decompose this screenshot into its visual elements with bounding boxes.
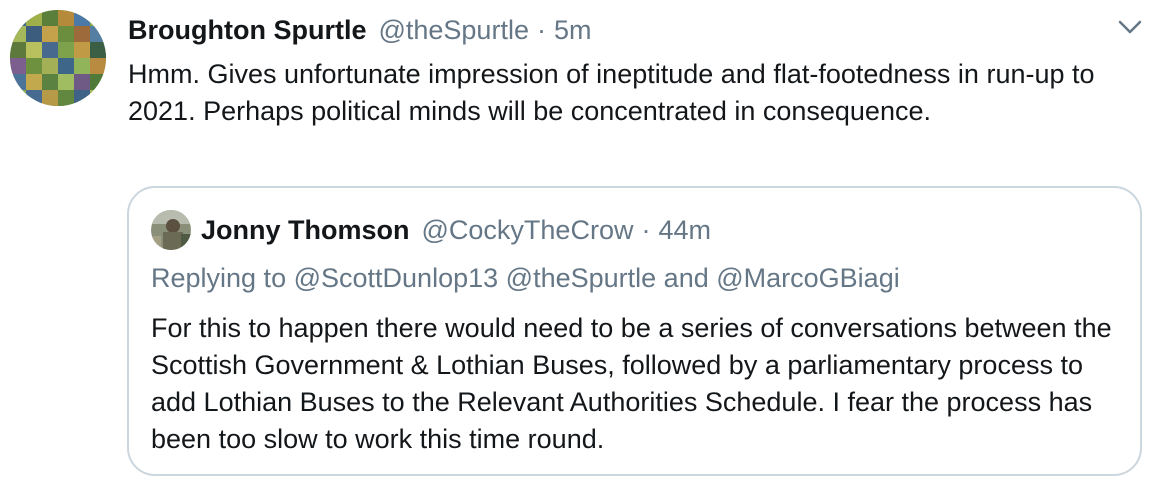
quoted-display-name[interactable]: Jonny Thomson <box>201 215 410 246</box>
tweet-header: Broughton Spurtle @theSpurtle · 5m <box>128 10 591 50</box>
display-name[interactable]: Broughton Spurtle <box>128 15 366 46</box>
quoted-avatar[interactable] <box>151 210 191 250</box>
reply-mention-1[interactable]: @ScottDunlop13 <box>294 263 499 293</box>
quoted-tweet-header: Jonny Thomson @CockyTheCrow · 44m <box>201 210 711 250</box>
reply-mention-2[interactable]: @theSpurtle <box>506 263 657 293</box>
reply-mention-3[interactable]: @MarcoGBiagi <box>716 263 899 293</box>
quoted-user-handle[interactable]: @CockyTheCrow <box>422 215 634 246</box>
replying-to-label: Replying to <box>151 263 287 293</box>
quoted-separator-dot: · <box>641 214 651 245</box>
quoted-tweet[interactable]: Jonny Thomson @CockyTheCrow · 44m Replyi… <box>127 186 1142 476</box>
tweet-text: Hmm. Gives unfortunate impression of ine… <box>128 59 1095 126</box>
replying-to-line: Replying to @ScottDunlop13 @theSpurtle a… <box>151 260 900 297</box>
user-handle[interactable]: @theSpurtle <box>378 15 529 46</box>
separator-dot: · <box>536 14 546 45</box>
photo-avatar-image <box>151 210 191 250</box>
quoted-timestamp[interactable]: 44m <box>658 215 711 246</box>
quoted-tweet-text: For this to happen there would need to b… <box>151 313 1112 454</box>
mosaic-avatar-image <box>10 10 106 106</box>
reply-and: and <box>663 263 709 293</box>
timestamp[interactable]: 5m <box>554 15 592 46</box>
tweet: Broughton Spurtle @theSpurtle · 5m Hmm. … <box>0 0 1164 488</box>
chevron-down-icon[interactable] <box>1114 16 1146 40</box>
avatar[interactable] <box>10 10 106 106</box>
